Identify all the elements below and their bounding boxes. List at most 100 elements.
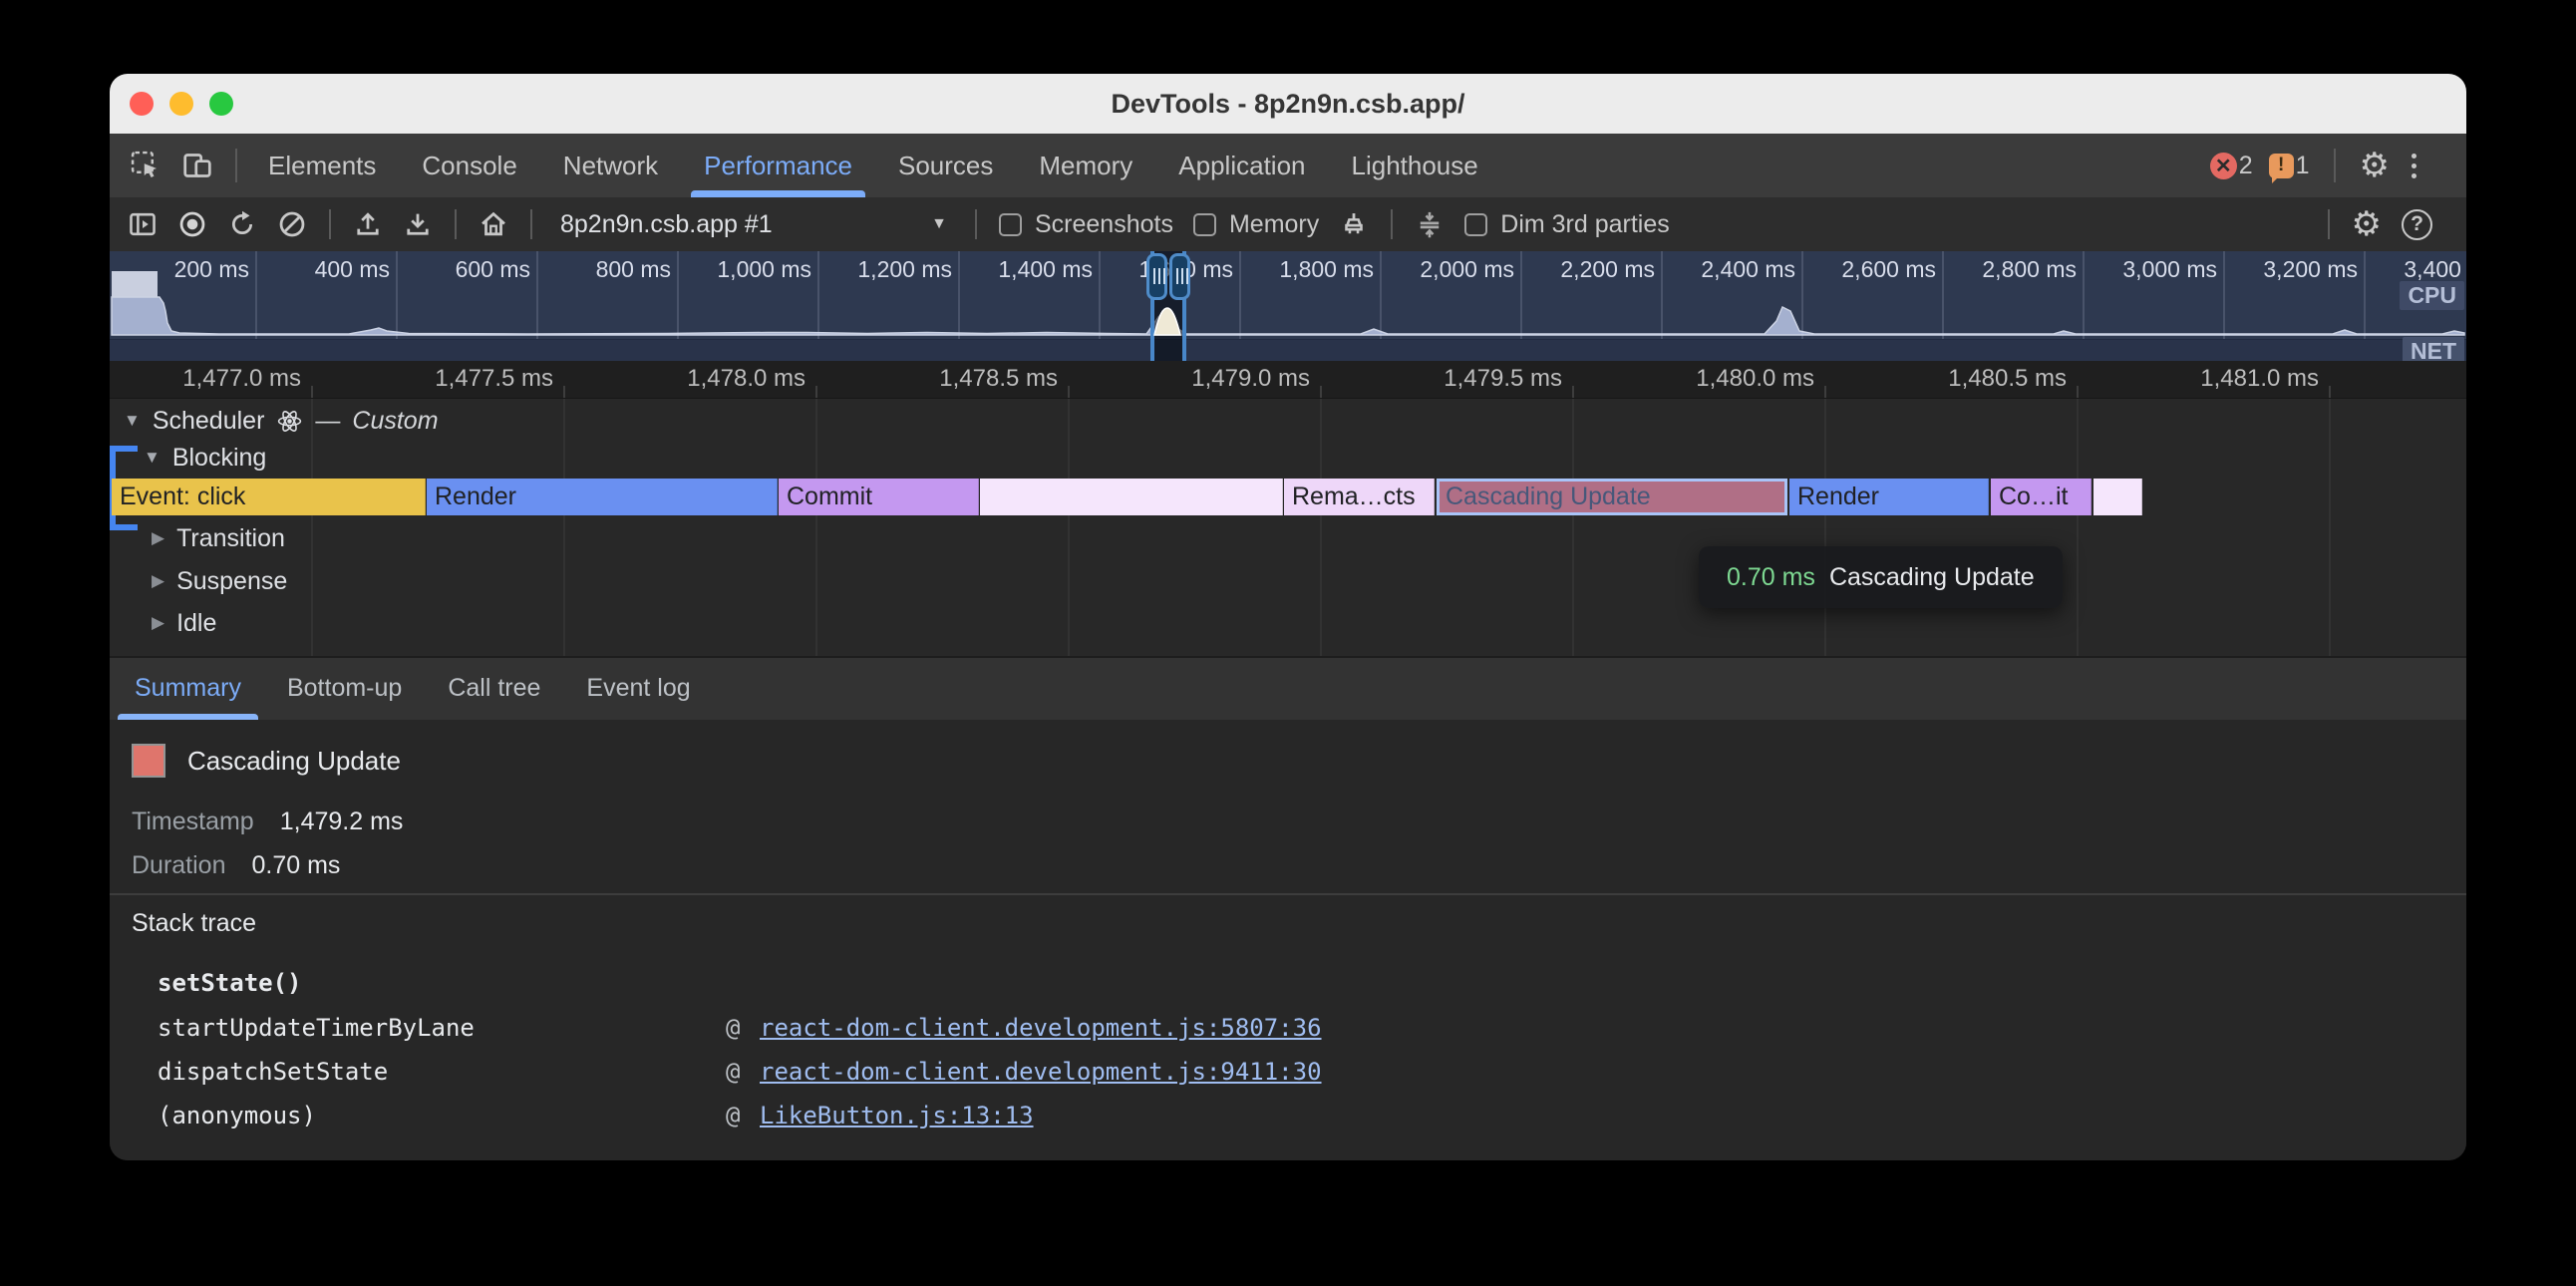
zoom-window-button[interactable]: [209, 92, 233, 116]
stack-trace-heading: Stack trace: [132, 909, 256, 938]
tab-performance[interactable]: Performance: [681, 134, 875, 197]
clear-icon[interactable]: [277, 209, 307, 239]
track-group-transition[interactable]: ▶ Transition: [152, 520, 285, 556]
memory-checkbox-wrap[interactable]: Memory: [1193, 210, 1319, 239]
track-group-blocking[interactable]: ▼ Blocking: [144, 440, 266, 476]
flame-bar-rema-cts[interactable]: Rema…cts: [1284, 479, 1435, 515]
minimize-window-button[interactable]: [169, 92, 193, 116]
details-tab-call-tree[interactable]: Call tree: [425, 657, 563, 721]
traffic-lights: [130, 92, 233, 116]
flame-bar-cascading-update[interactable]: Cascading Update: [1437, 479, 1787, 515]
toolbar-separator: [1391, 209, 1393, 239]
summary-row-label: Timestamp: [132, 807, 254, 836]
screenshots-label: Screenshots: [1035, 210, 1173, 239]
ruler-tick-label: 1,480.0 ms: [1635, 365, 1814, 393]
toolbar-separator: [455, 209, 457, 239]
transition-group-label: Transition: [176, 524, 285, 553]
stack-frame-function: dispatchSetState: [158, 1058, 388, 1086]
error-badge[interactable]: ✕ 2: [2210, 152, 2253, 180]
stack-frame-startupdatetimerbylane: startUpdateTimerByLane@react-dom-client.…: [110, 1006, 2466, 1050]
timeline-overview[interactable]: 200 ms400 ms600 ms800 ms1,000 ms1,200 ms…: [110, 251, 2466, 361]
stack-frame-at: @: [726, 1014, 740, 1042]
help-icon[interactable]: ?: [2402, 209, 2432, 240]
details-tab-summary[interactable]: Summary: [112, 657, 264, 721]
capture-settings-gear-icon[interactable]: ⚙: [2352, 207, 2382, 241]
flame-bar-co-it[interactable]: Co…it: [1991, 479, 2092, 515]
track-header-scheduler[interactable]: ▼ Scheduler — Custom: [124, 403, 439, 439]
flame-bar-render[interactable]: Render: [1789, 479, 1989, 515]
reload-record-icon[interactable]: [227, 209, 257, 239]
close-window-button[interactable]: [130, 92, 154, 116]
flame-bar-render[interactable]: Render: [427, 479, 778, 515]
screenshots-checkbox-wrap[interactable]: Screenshots: [999, 210, 1173, 239]
dim-3rd-parties-checkbox-wrap[interactable]: Dim 3rd parties: [1464, 210, 1670, 239]
collapse-triangle-icon[interactable]: ▼: [124, 411, 141, 431]
flame-bar[interactable]: [980, 479, 1283, 515]
tab-sources[interactable]: Sources: [875, 134, 1016, 197]
track-gridline: [1320, 399, 1322, 656]
toolbar-separator: [2328, 209, 2330, 239]
idle-group-label: Idle: [176, 609, 216, 638]
timeline-ruler[interactable]: 1,477.0 ms1,477.5 ms1,478.0 ms1,478.5 ms…: [110, 361, 2466, 399]
devtools-tabs: ElementsConsoleNetworkPerformanceSources…: [245, 134, 1501, 197]
flame-bar[interactable]: [2093, 479, 2142, 515]
details-tab-event-log[interactable]: Event log: [563, 657, 713, 721]
window-title: DevTools - 8p2n9n.csb.app/: [1111, 89, 1464, 120]
collapse-triangle-icon[interactable]: ▼: [144, 448, 161, 468]
tab-application[interactable]: Application: [1155, 134, 1328, 197]
scheduler-track-label: Scheduler: [153, 407, 265, 436]
blocking-group-label: Blocking: [172, 444, 267, 473]
track-gridline: [2077, 399, 2079, 656]
stack-trace-section: Stack trace setState() startUpdateTimerB…: [110, 893, 2466, 1160]
stack-frame-source-link[interactable]: react-dom-client.development.js:5807:36: [760, 1014, 1322, 1042]
upload-profile-icon[interactable]: [353, 209, 383, 239]
collapse-flame-icon[interactable]: [1415, 209, 1445, 239]
tab-memory[interactable]: Memory: [1016, 134, 1155, 197]
window-titlebar[interactable]: DevTools - 8p2n9n.csb.app/: [110, 74, 2466, 134]
tabbar-right-separator: [2334, 149, 2336, 182]
toolbar-separator: [329, 209, 331, 239]
download-profile-icon[interactable]: [403, 209, 433, 239]
home-icon[interactable]: [479, 209, 508, 239]
expand-triangle-icon[interactable]: ▶: [152, 571, 164, 591]
expand-triangle-icon[interactable]: ▶: [152, 528, 164, 548]
tab-lighthouse[interactable]: Lighthouse: [1329, 134, 1501, 197]
flame-tooltip: 0.70 ms Cascading Update: [1699, 546, 2063, 608]
track-group-suspense[interactable]: ▶ Suspense: [152, 563, 287, 599]
stack-frame-source-link[interactable]: react-dom-client.development.js:9411:30: [760, 1058, 1322, 1086]
screenshots-checkbox[interactable]: [999, 213, 1022, 236]
dim-3rd-parties-label: Dim 3rd parties: [1500, 210, 1670, 239]
collect-garbage-icon[interactable]: [1339, 209, 1369, 239]
stack-frame-source-link[interactable]: LikeButton.js:13:13: [760, 1102, 1034, 1129]
dim-3rd-parties-checkbox[interactable]: [1464, 213, 1487, 236]
track-gridline: [815, 399, 817, 656]
chevron-down-icon: ▼: [931, 215, 947, 233]
device-toolbar-icon[interactable]: [181, 150, 213, 181]
stack-frame-at: @: [726, 1102, 740, 1129]
react-atom-icon: [276, 408, 303, 435]
selection-right-handle[interactable]: [1169, 253, 1190, 300]
tab-network[interactable]: Network: [540, 134, 681, 197]
memory-checkbox[interactable]: [1193, 213, 1216, 236]
settings-gear-icon[interactable]: ⚙: [2360, 149, 2390, 182]
summary-detail-rows: Timestamp1,479.2 msDuration0.70 ms: [132, 800, 403, 887]
record-button[interactable]: [177, 209, 207, 239]
toggle-sidebar-icon[interactable]: [128, 209, 158, 239]
ruler-tick-mark: [815, 386, 817, 398]
history-selector[interactable]: 8p2n9n.csb.app #1 ▼: [554, 210, 953, 239]
flame-bar-event-click[interactable]: Event: click: [112, 479, 426, 515]
track-group-idle[interactable]: ▶ Idle: [152, 605, 216, 641]
issues-badge[interactable]: ! 1: [2269, 152, 2310, 180]
details-tab-bottom-up[interactable]: Bottom-up: [264, 657, 425, 721]
selection-left-handle[interactable]: [1146, 253, 1167, 300]
flame-chart-area[interactable]: ▼ Scheduler — Custom ▼ Blocking Event: c…: [110, 399, 2466, 656]
ruler-tick-mark: [2329, 386, 2331, 398]
tab-console[interactable]: Console: [399, 134, 539, 197]
ruler-tick-label: 1,477.0 ms: [122, 365, 301, 393]
tab-elements[interactable]: Elements: [245, 134, 399, 197]
selected-cpu-peak: [110, 251, 2466, 339]
flame-bar-commit[interactable]: Commit: [779, 479, 979, 515]
inspect-element-icon[interactable]: [130, 150, 161, 181]
expand-triangle-icon[interactable]: ▶: [152, 613, 164, 633]
more-options-kebab-icon[interactable]: [2406, 150, 2422, 182]
